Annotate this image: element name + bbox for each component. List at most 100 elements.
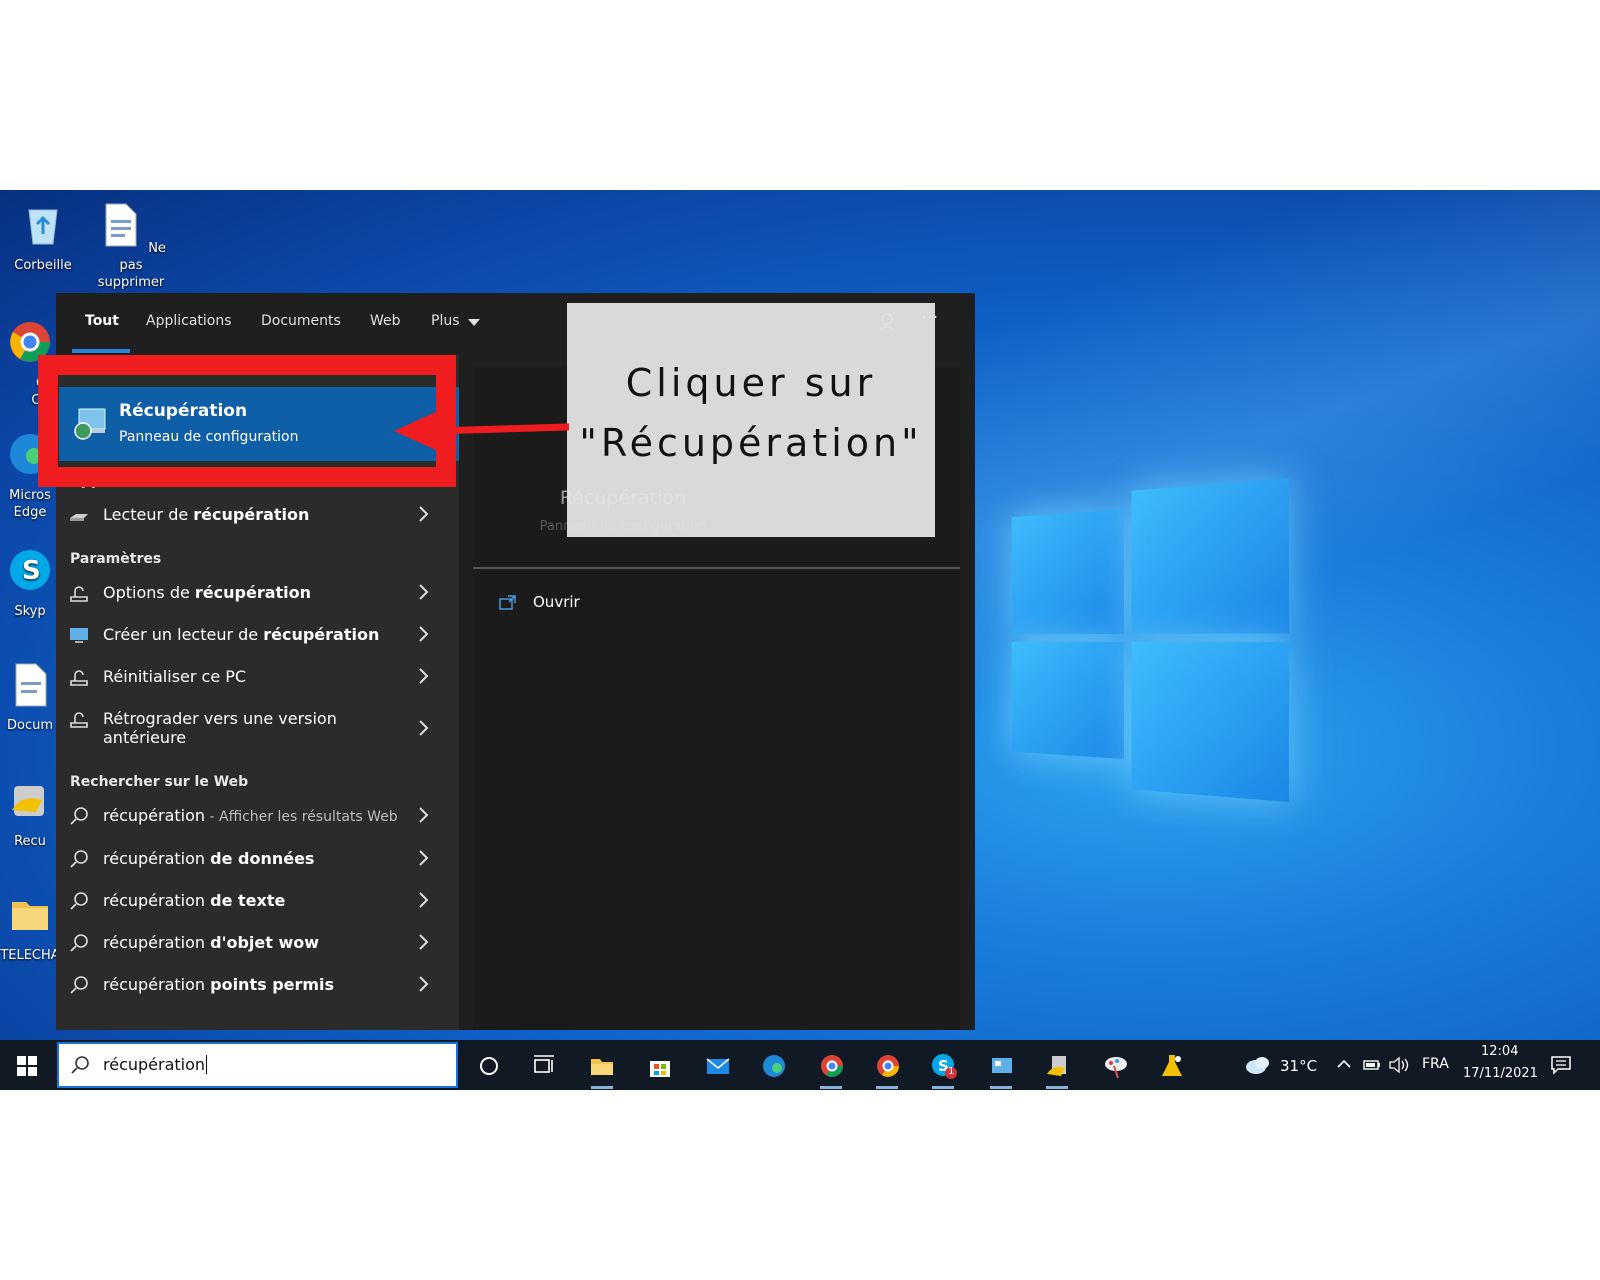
result-text: récupération [103, 891, 210, 910]
result-text: Options de [103, 583, 195, 602]
search-input-value: récupération [103, 1055, 207, 1074]
web-result-de-donnees[interactable]: récupération de données [56, 839, 459, 879]
running-indicator [932, 1086, 954, 1089]
chrome-icon[interactable] [818, 1052, 846, 1080]
chevron-right-icon[interactable] [418, 932, 430, 952]
taskbar: récupération S 1 31°C FRA 12:04 17/11/20… [0, 1040, 1600, 1090]
result-text-line2: antérieure [103, 728, 186, 747]
recuva-icon [6, 776, 54, 824]
result-highlight: de texte [210, 891, 285, 910]
file-explorer-icon[interactable] [588, 1052, 616, 1080]
result-text: récupération [103, 933, 210, 952]
tab-documents[interactable]: Documents [261, 313, 341, 329]
open-label: Ouvrir [533, 593, 580, 611]
web-result-points-permis[interactable]: récupération points permis [56, 965, 459, 1005]
taskbar-search-box[interactable]: récupération [57, 1042, 458, 1088]
drive-icon [68, 505, 90, 525]
result-highlight: points permis [210, 975, 334, 994]
battery-network-icon[interactable] [1362, 1057, 1382, 1073]
search-icon [68, 933, 90, 953]
folder-icon [6, 890, 54, 938]
result-highlight: d'objet wow [210, 933, 319, 952]
result-subtext: - Afficher les résultats Web [205, 809, 398, 825]
volume-icon[interactable] [1388, 1056, 1410, 1074]
chevron-right-icon[interactable] [418, 624, 430, 644]
tab-tout[interactable]: Tout [85, 313, 119, 329]
chrome-profile-icon[interactable] [874, 1052, 902, 1080]
annotation-line-1: Cliquer sur [567, 361, 935, 405]
active-tab-indicator [72, 349, 130, 353]
tab-web[interactable]: Web [370, 313, 401, 329]
desktop-icon-telechargements[interactable]: TELECHA [0, 890, 60, 964]
recovery-settings-icon [68, 583, 90, 603]
annotation-line-2: "Récupération" [567, 421, 935, 465]
result-text: Rétrograder vers une version [103, 709, 337, 728]
running-indicator [820, 1086, 842, 1089]
edge-icon[interactable] [760, 1052, 788, 1080]
search-icon [68, 975, 90, 995]
web-result-de-texte[interactable]: récupération de texte [56, 881, 459, 921]
weather-temperature[interactable]: 31°C [1280, 1057, 1317, 1075]
svg-text:S: S [22, 556, 41, 586]
open-action[interactable]: Ouvrir [499, 591, 699, 621]
paint-icon[interactable] [1102, 1052, 1130, 1080]
chevron-right-icon[interactable] [418, 504, 430, 524]
result-text: récupération [103, 849, 210, 868]
tab-plus[interactable]: Plus [431, 313, 460, 329]
recuva-icon[interactable] [1044, 1052, 1072, 1080]
windows-logo-wallpaper [1012, 478, 1289, 802]
notifications-icon[interactable] [1550, 1055, 1572, 1075]
result-lecteur-de-recuperation[interactable]: Lecteur de récupération [56, 495, 459, 535]
clock-time[interactable]: 12:04 [1481, 1044, 1518, 1059]
document-icon [6, 660, 54, 708]
start-windows-icon[interactable] [17, 1056, 37, 1076]
running-indicator [591, 1086, 613, 1089]
microsoft-store-icon[interactable] [646, 1052, 674, 1080]
result-retrograder[interactable]: Rétrograder vers une version antérieure [56, 699, 459, 757]
result-highlight: de données [210, 849, 314, 868]
weather-cloud-icon[interactable] [1244, 1054, 1272, 1076]
running-indicator [1046, 1086, 1068, 1089]
chevron-right-icon[interactable] [418, 666, 430, 686]
open-icon [499, 595, 517, 611]
mail-icon[interactable] [704, 1052, 732, 1080]
desktop-icon-skype[interactable]: S Skyp [0, 546, 60, 620]
tab-applications[interactable]: Applications [146, 313, 232, 329]
desktop-icon-ne-pas-supprimer[interactable]: Ne pas supprimer [91, 200, 171, 291]
chevron-right-icon[interactable] [418, 805, 430, 825]
running-indicator [990, 1086, 1012, 1089]
control-panel-icon[interactable] [988, 1052, 1016, 1080]
lab-flask-icon[interactable] [1158, 1052, 1186, 1080]
chevron-right-icon[interactable] [418, 890, 430, 910]
search-icon [68, 806, 90, 826]
task-view-icon[interactable] [530, 1052, 558, 1080]
desktop-icon-recycle-bin[interactable]: Corbeille [3, 200, 83, 274]
search-icon [69, 1055, 91, 1075]
language-indicator[interactable]: FRA [1422, 1056, 1449, 1072]
result-text: récupération [103, 975, 210, 994]
web-result-objet-wow[interactable]: récupération d'objet wow [56, 923, 459, 963]
running-indicator [876, 1086, 898, 1089]
result-creer-un-lecteur[interactable]: Créer un lecteur de récupération [56, 615, 459, 655]
search-icon [68, 891, 90, 911]
desktop-icon-documents[interactable]: Docum [0, 660, 60, 734]
chevron-right-icon[interactable] [418, 582, 430, 602]
skype-icon: S [6, 546, 54, 594]
monitor-icon [68, 625, 90, 645]
chevron-right-icon[interactable] [418, 848, 430, 868]
chevron-right-icon[interactable] [418, 974, 430, 994]
cortana-icon[interactable] [475, 1052, 503, 1080]
annotation-callout: Cliquer sur "Récupération" [567, 303, 935, 537]
preview-divider [473, 567, 960, 569]
result-highlight: récupération [263, 625, 379, 644]
desktop-icon-recuva[interactable]: Recu [0, 776, 60, 850]
result-options-de-recuperation[interactable]: Options de récupération [56, 573, 459, 613]
annotation-arrow-icon [394, 405, 569, 455]
chevron-right-icon[interactable] [418, 718, 430, 738]
result-text: Réinitialiser ce PC [103, 667, 246, 686]
clock-date[interactable]: 17/11/2021 [1463, 1066, 1538, 1081]
chevron-up-icon[interactable] [1336, 1058, 1352, 1070]
web-result-recuperation[interactable]: récupération - Afficher les résultats We… [56, 796, 459, 836]
result-reinitialiser-ce-pc[interactable]: Réinitialiser ce PC [56, 657, 459, 697]
result-highlight: récupération [193, 505, 309, 524]
